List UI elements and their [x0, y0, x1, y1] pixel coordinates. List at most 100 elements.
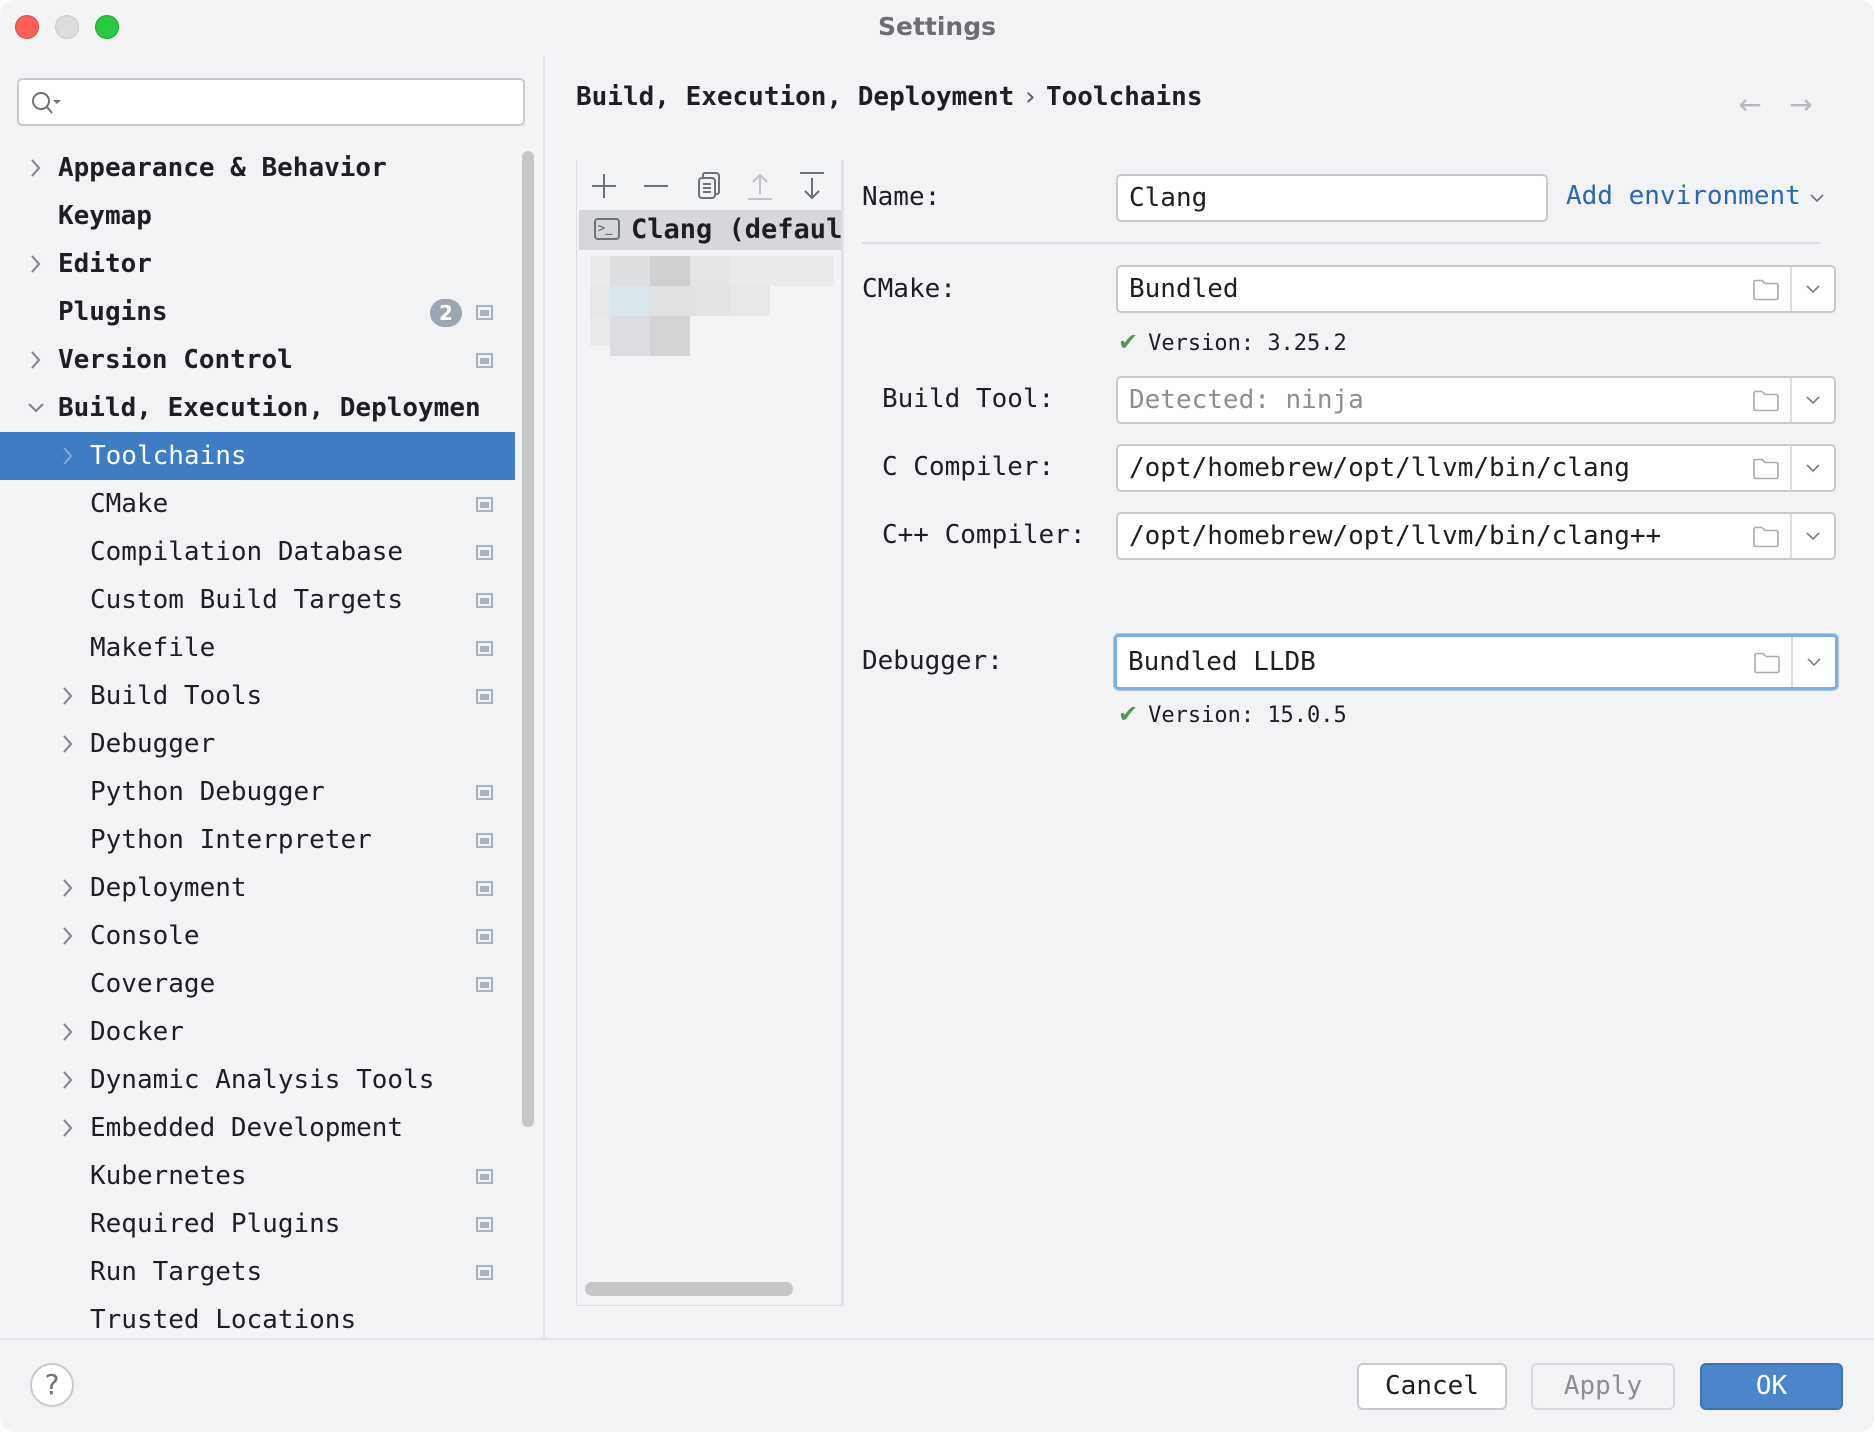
project-level-settings-icon [476, 305, 493, 320]
chevron-down-icon[interactable] [1792, 446, 1834, 490]
apply-button[interactable]: Apply [1531, 1363, 1675, 1410]
chevron-right-icon[interactable] [58, 1008, 78, 1056]
sidebar-item-editor[interactable]: Editor [0, 240, 515, 288]
folder-icon[interactable] [1752, 279, 1780, 301]
sidebar-item-console[interactable]: Console [0, 912, 515, 960]
add-icon[interactable] [588, 170, 620, 202]
footer-separator [0, 1338, 1874, 1340]
sidebar-item-docker[interactable]: Docker [0, 1008, 515, 1056]
name-input[interactable]: Clang [1116, 174, 1548, 222]
breadcrumb: Build, Execution, Deployment › Toolchains [576, 82, 1203, 112]
sidebar-item-coverage[interactable]: Coverage [0, 960, 515, 1008]
sidebar-item-dynamic-analysis-tools[interactable]: Dynamic Analysis Tools [0, 1056, 515, 1104]
sidebar-divider[interactable] [543, 56, 545, 1338]
sidebar-item-compilation-database[interactable]: Compilation Database [0, 528, 515, 576]
forward-arrow-icon[interactable]: → [1786, 90, 1816, 120]
chevron-down-icon[interactable] [1792, 267, 1834, 311]
toolchain-item-label: Clang (defaul [631, 214, 841, 245]
build-tool-combo[interactable]: Detected: ninja [1116, 376, 1836, 424]
chevron-right-icon[interactable] [26, 240, 46, 288]
move-down-icon[interactable] [796, 170, 828, 202]
sidebar-item-python-interpreter[interactable]: Python Interpreter [0, 816, 515, 864]
folder-icon[interactable] [1752, 390, 1780, 412]
sidebar-item-build-execution-deploymen[interactable]: Build, Execution, Deploymen [0, 384, 515, 432]
back-arrow-icon[interactable]: ← [1735, 90, 1765, 120]
remove-icon[interactable] [640, 170, 672, 202]
project-level-settings-icon [476, 1265, 493, 1280]
sidebar-item-label: Trusted Locations [90, 1305, 357, 1335]
project-level-settings-icon [476, 353, 493, 368]
project-level-settings-icon [476, 593, 493, 608]
sidebar-item-label: Appearance & Behavior [58, 153, 387, 183]
sidebar-scrollbar[interactable] [522, 151, 534, 1127]
sidebar-item-deployment[interactable]: Deployment [0, 864, 515, 912]
chevron-down-icon[interactable] [1792, 378, 1834, 422]
cpp-compiler-label: C++ Compiler: [882, 520, 1086, 550]
copy-icon[interactable] [692, 170, 724, 202]
chevron-right-icon[interactable] [58, 912, 78, 960]
chevron-down-icon[interactable] [1792, 514, 1834, 558]
debugger-combo[interactable]: Bundled LLDB [1114, 634, 1838, 690]
settings-tree: Appearance & Behavior Keymap Editor Plugins… [0, 144, 515, 1344]
sidebar-item-python-debugger[interactable]: Python Debugger [0, 768, 515, 816]
ok-button[interactable]: OK [1700, 1363, 1843, 1410]
chevron-right-icon[interactable] [58, 672, 78, 720]
sidebar-item-embedded-development[interactable]: Embedded Development [0, 1104, 515, 1152]
breadcrumb-parent[interactable]: Build, Execution, Deployment [576, 82, 1014, 112]
folder-icon[interactable] [1752, 526, 1780, 548]
toolchain-list-item[interactable]: >_ Clang (defaul [579, 210, 841, 250]
sidebar-item-cmake[interactable]: CMake [0, 480, 515, 528]
c-compiler-combo[interactable]: /opt/homebrew/opt/llvm/bin/clang [1116, 444, 1836, 492]
sidebar-item-label: Debugger [90, 729, 216, 759]
folder-icon[interactable] [1752, 458, 1780, 480]
sidebar-item-label: Python Debugger [90, 777, 325, 807]
sidebar-item-run-targets[interactable]: Run Targets [0, 1248, 515, 1296]
form-separator [862, 242, 1820, 244]
chevron-right-icon[interactable] [58, 1104, 78, 1152]
sidebar-item-keymap[interactable]: Keymap [0, 192, 515, 240]
sidebar-item-makefile[interactable]: Makefile [0, 624, 515, 672]
cancel-button[interactable]: Cancel [1357, 1363, 1507, 1410]
sidebar-item-label: CMake [90, 489, 169, 519]
sidebar-item-label: Makefile [90, 633, 216, 663]
terminal-icon: >_ [594, 218, 620, 240]
sidebar-item-label: Python Interpreter [90, 825, 372, 855]
sidebar-item-custom-build-targets[interactable]: Custom Build Targets [0, 576, 515, 624]
sidebar-item-label: Plugins [58, 297, 168, 327]
sidebar-item-build-tools[interactable]: Build Tools [0, 672, 515, 720]
chevron-down-icon[interactable] [1793, 637, 1835, 687]
sidebar-item-appearance-behavior[interactable]: Appearance & Behavior [0, 144, 515, 192]
search-input[interactable] [17, 78, 525, 126]
help-button[interactable]: ? [30, 1363, 74, 1407]
sidebar-item-required-plugins[interactable]: Required Plugins [0, 1200, 515, 1248]
project-level-settings-icon [476, 545, 493, 560]
project-level-settings-icon [476, 1217, 493, 1232]
toolchain-list-scrollbar[interactable] [585, 1282, 793, 1296]
cpp-compiler-combo[interactable]: /opt/homebrew/opt/llvm/bin/clang++ [1116, 512, 1836, 560]
chevron-right-icon[interactable] [58, 1056, 78, 1104]
chevron-down-icon [1810, 194, 1824, 203]
move-up-icon[interactable] [744, 170, 776, 202]
chevron-right-icon[interactable] [58, 432, 78, 480]
sidebar-item-plugins[interactable]: Plugins 2 [0, 288, 515, 336]
cmake-combo[interactable]: Bundled [1116, 265, 1836, 313]
sidebar-item-toolchains[interactable]: Toolchains [0, 432, 515, 480]
folder-icon[interactable] [1753, 652, 1781, 674]
add-environment-label: Add environment [1566, 181, 1801, 211]
sidebar-item-kubernetes[interactable]: Kubernetes [0, 1152, 515, 1200]
add-environment-link[interactable]: Add environment [1566, 176, 1825, 216]
chevron-down-icon[interactable] [26, 384, 46, 432]
redacted-content [590, 256, 834, 372]
sidebar-item-label: Editor [58, 249, 152, 279]
chevron-right-icon[interactable] [26, 336, 46, 384]
sidebar-item-debugger[interactable]: Debugger [0, 720, 515, 768]
sidebar-item-trusted-locations[interactable]: Trusted Locations [0, 1296, 515, 1344]
sidebar-item-label: Run Targets [90, 1257, 263, 1287]
sidebar-item-label: Keymap [58, 201, 152, 231]
check-icon: ✔ [1118, 328, 1139, 356]
chevron-right-icon[interactable] [58, 864, 78, 912]
chevron-right-icon[interactable] [58, 720, 78, 768]
sidebar-item-version-control[interactable]: Version Control [0, 336, 515, 384]
chevron-right-icon[interactable] [26, 144, 46, 192]
debugger-label: Debugger: [862, 646, 1003, 676]
